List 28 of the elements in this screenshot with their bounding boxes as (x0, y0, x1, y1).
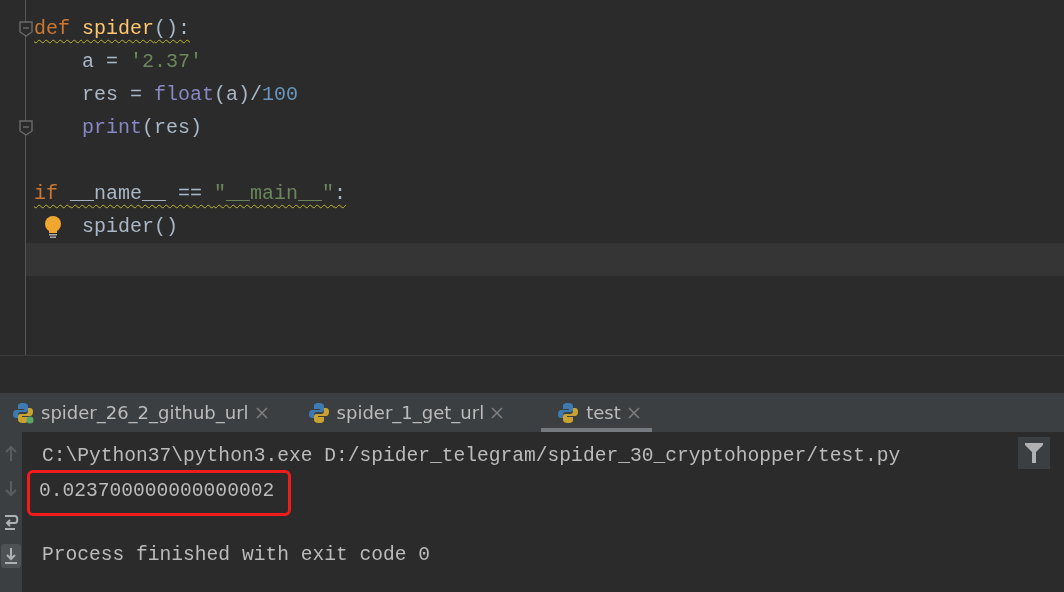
code-line: a = '2.37' (82, 49, 203, 75)
python-icon (12, 401, 34, 424)
close-icon[interactable] (255, 406, 268, 419)
close-icon[interactable] (491, 406, 504, 419)
filter-icon (1025, 443, 1043, 463)
soft-wrap-icon (3, 513, 19, 531)
code-line: print(res) (82, 115, 203, 141)
lightbulb-icon[interactable] (44, 215, 62, 238)
run-tab[interactable]: spider_26_2_github_url (10, 393, 280, 432)
up-arrow-icon (3, 445, 19, 463)
filter-button[interactable] (1018, 437, 1050, 469)
close-icon[interactable] (627, 406, 640, 419)
toolbar-button[interactable] (1, 544, 21, 568)
highlighted-output-line: 0.023700000000000002 (30, 473, 289, 513)
fold-icon[interactable] (19, 119, 33, 136)
run-tab[interactable]: spider_1_get_url (305, 393, 516, 432)
python-icon (307, 401, 330, 424)
code-line: if __name__ == "__main__": (34, 181, 347, 207)
down-arrow-icon (3, 479, 19, 497)
console-line: Process finished with exit code 0 (42, 543, 431, 568)
scroll-to-end-icon (3, 547, 19, 565)
python-icon (557, 401, 580, 424)
console-line: C:\Python37\python3.exe D:/spider_telegram/spider_30_cryptohopper/test.py (42, 444, 901, 469)
run-tab[interactable]: test (541, 393, 652, 432)
code-line: def spider(): (34, 16, 191, 42)
fold-icon[interactable] (19, 20, 33, 37)
code-line: spider() (82, 214, 178, 240)
code-line: res = float(a)/100 (82, 82, 299, 108)
